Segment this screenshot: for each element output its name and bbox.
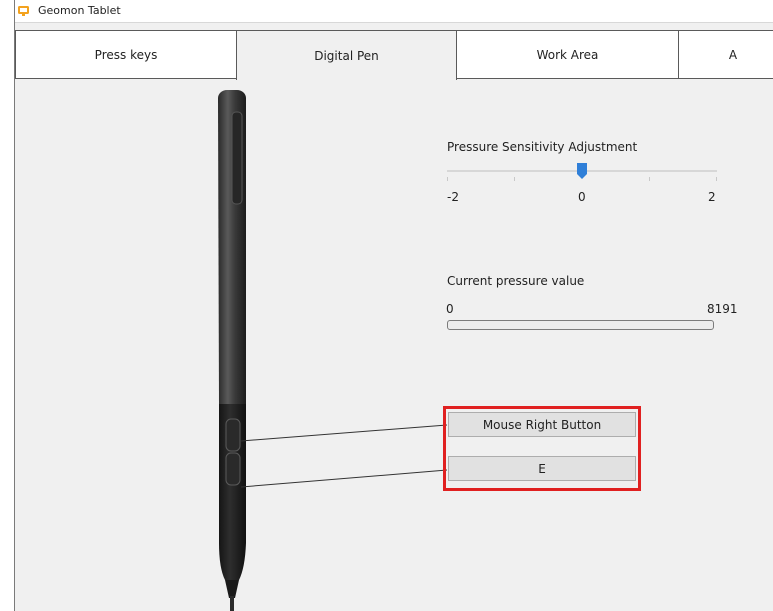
tab-work-area[interactable]: Work Area — [456, 30, 679, 79]
current-pressure-min: 0 — [446, 302, 454, 316]
slider-tick — [447, 177, 448, 181]
pressure-sensitivity-label: Pressure Sensitivity Adjustment — [447, 140, 638, 154]
tab-digital-pen[interactable]: Digital Pen — [236, 30, 457, 80]
slider-mid-label: 0 — [578, 190, 586, 204]
tab-bar: Press keys Digital Pen Work Area A — [15, 30, 773, 80]
slider-tick — [514, 177, 515, 181]
digital-pen-icon — [218, 90, 246, 611]
window-title: Geomon Tablet — [38, 4, 121, 17]
title-bar: Geomon Tablet — [15, 0, 773, 23]
pen-button-connectors — [240, 424, 448, 488]
slider-tick — [716, 177, 717, 181]
slider-max-label: 2 — [708, 190, 716, 204]
current-pressure-bar — [447, 320, 714, 330]
lower-pen-button[interactable]: E — [448, 456, 636, 481]
pressure-sensitivity-slider[interactable] — [447, 160, 717, 190]
tab-4[interactable]: A — [678, 30, 773, 79]
slider-tick — [649, 177, 650, 181]
pen-button-highlight: Mouse Right Button E — [443, 406, 641, 491]
upper-pen-button[interactable]: Mouse Right Button — [448, 412, 636, 437]
current-pressure-max: 8191 — [707, 302, 738, 316]
slider-thumb[interactable] — [576, 163, 587, 179]
tab-press-keys[interactable]: Press keys — [15, 30, 237, 79]
slider-min-label: -2 — [447, 190, 459, 204]
current-pressure-label: Current pressure value — [447, 274, 585, 288]
app-window: Geomon Tablet Press keys Digital Pen Wor… — [14, 0, 773, 611]
app-icon — [18, 6, 29, 16]
